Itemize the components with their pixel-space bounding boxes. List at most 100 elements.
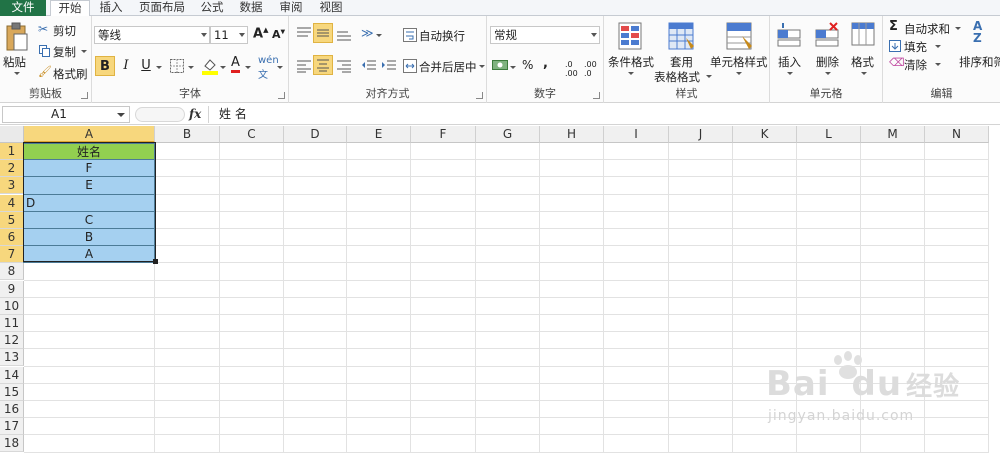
cell-g17[interactable] [476,418,540,436]
cell-f17[interactable] [411,418,476,436]
cell-h16[interactable] [540,401,604,419]
cell-j9[interactable] [669,280,733,298]
cell-n17[interactable] [925,418,989,436]
cell-f5[interactable] [411,211,476,229]
cell-g6[interactable] [476,229,540,247]
cell-n3[interactable] [925,177,989,195]
cell-j7[interactable] [669,246,733,264]
cell-l12[interactable] [797,332,861,350]
cell-g9[interactable] [476,280,540,298]
cell-k7[interactable] [733,246,797,264]
cell-l14[interactable] [797,366,861,384]
wrap-text-button[interactable]: 自动换行 [403,27,483,43]
tab-formulas[interactable]: 公式 [194,0,230,16]
cell-h3[interactable] [540,177,604,195]
cell-m15[interactable] [861,383,925,401]
cell-g10[interactable] [476,297,540,315]
percent-button[interactable]: % [522,58,533,72]
merge-center-button[interactable]: 合并后居中 [403,58,487,74]
cell-b8[interactable] [155,263,220,281]
cell-h18[interactable] [540,435,604,453]
cell-h7[interactable] [540,246,604,264]
cell-l6[interactable] [797,229,861,247]
cell-f11[interactable] [411,315,476,333]
cell-j13[interactable] [669,349,733,367]
cell-a11[interactable] [24,315,155,333]
cell-d14[interactable] [284,366,347,384]
cell-n1[interactable] [925,143,989,161]
border-icon[interactable] [170,59,184,73]
bold-button[interactable]: B [95,56,115,76]
cell-e12[interactable] [347,332,411,350]
cell-j3[interactable] [669,177,733,195]
fill-color-icon[interactable] [202,57,218,75]
cell-g8[interactable] [476,263,540,281]
cell-i6[interactable] [604,229,669,247]
cell-e2[interactable] [347,160,411,178]
cell-l10[interactable] [797,297,861,315]
cell-a16[interactable] [24,401,155,419]
cell-d4[interactable] [284,194,347,212]
cell-d11[interactable] [284,315,347,333]
cell-i17[interactable] [604,418,669,436]
cell-f14[interactable] [411,366,476,384]
cell-g4[interactable] [476,194,540,212]
insert-cells-button[interactable]: 插入 [772,18,808,86]
cell-b5[interactable] [155,211,220,229]
row-header-7[interactable]: 7 [0,246,24,264]
cell-l9[interactable] [797,280,861,298]
column-header-e[interactable]: E [347,126,411,143]
cell-j11[interactable] [669,315,733,333]
cell-h6[interactable] [540,229,604,247]
cell-a4[interactable]: D [23,194,155,212]
grow-font-icon[interactable]: A▲ [253,26,268,41]
cell-k18[interactable] [733,435,797,453]
cell-d8[interactable] [284,263,347,281]
cell-a6[interactable]: B [23,229,155,247]
column-header-b[interactable]: B [155,126,220,143]
row-header-8[interactable]: 8 [0,263,24,281]
align-top-icon[interactable] [296,26,312,40]
cell-h14[interactable] [540,366,604,384]
cell-e10[interactable] [347,297,411,315]
cell-m3[interactable] [861,177,925,195]
cell-l16[interactable] [797,401,861,419]
cell-k16[interactable] [733,401,797,419]
cell-c2[interactable] [220,160,284,178]
fill-handle[interactable] [153,259,158,264]
format-painter-button[interactable]: 🖌 格式刷 [38,65,90,81]
cell-i7[interactable] [604,246,669,264]
cell-b7[interactable] [155,246,220,264]
cell-n11[interactable] [925,315,989,333]
cell-a9[interactable] [24,280,155,298]
cell-e18[interactable] [347,435,411,453]
cell-k15[interactable] [733,383,797,401]
cell-m11[interactable] [861,315,925,333]
cell-c18[interactable] [220,435,284,453]
cell-d7[interactable] [284,246,347,264]
cell-g7[interactable] [476,246,540,264]
cell-b9[interactable] [155,280,220,298]
cell-e4[interactable] [347,194,411,212]
cell-h11[interactable] [540,315,604,333]
cell-d3[interactable] [284,177,347,195]
row-header-15[interactable]: 15 [0,383,24,401]
cell-a13[interactable] [24,349,155,367]
cell-a1[interactable]: 姓名 [23,143,155,161]
column-header-a[interactable]: A [24,126,155,143]
cell-a12[interactable] [24,332,155,350]
conditional-formatting-button[interactable]: 条件格式 [606,18,656,86]
column-header-c[interactable]: C [220,126,284,143]
fill-button[interactable]: 填充 [889,38,949,54]
cell-n9[interactable] [925,280,989,298]
cell-h4[interactable] [540,194,604,212]
row-header-10[interactable]: 10 [0,297,24,315]
cell-h12[interactable] [540,332,604,350]
cell-i3[interactable] [604,177,669,195]
cell-m6[interactable] [861,229,925,247]
cell-l17[interactable] [797,418,861,436]
column-header-m[interactable]: M [861,126,925,143]
cell-d12[interactable] [284,332,347,350]
cell-b18[interactable] [155,435,220,453]
copy-button[interactable]: 复制 [38,43,90,59]
